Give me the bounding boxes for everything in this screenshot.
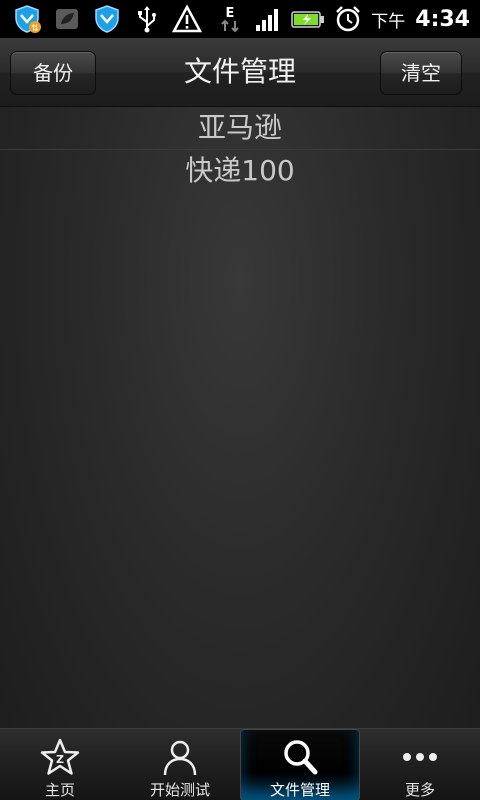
status-bar: ⇅ E 下午 4:34 (0, 0, 480, 38)
status-left-icons: ⇅ (0, 4, 215, 34)
svg-text:⇅: ⇅ (31, 24, 39, 34)
list-item[interactable]: 亚马逊 (0, 107, 480, 150)
data-e-icon: E (221, 6, 239, 33)
tab-more[interactable]: 更多 (360, 729, 480, 800)
person-icon (163, 740, 197, 776)
warning-icon (172, 4, 202, 33)
tab-label: 文件管理 (269, 781, 330, 799)
file-list: 亚马逊 快递100 (0, 107, 480, 192)
tab-label: 主页 (44, 781, 75, 799)
svg-text:E: E (226, 6, 235, 21)
shield-sync-icon: ⇅ (15, 5, 41, 34)
star-icon: Z (40, 738, 80, 775)
search-icon (284, 740, 318, 775)
svg-text:Z: Z (56, 753, 64, 766)
bottom-tab-bar: Z 主页 开始测试 文件管理 更多 (0, 728, 480, 800)
screen: ⇅ E 下午 4:34 文件管理 备份 清空 亚马逊 快递100 Z 主页 开始… (0, 0, 480, 800)
time-period: 下午 (371, 11, 406, 32)
tab-file-management[interactable]: 文件管理 (240, 729, 360, 800)
title-bar: 文件管理 备份 清空 (0, 38, 480, 107)
signal-icon (256, 9, 279, 31)
tab-home[interactable]: Z 主页 (0, 729, 120, 800)
tab-start-test[interactable]: 开始测试 (120, 729, 240, 800)
tab-label: 开始测试 (149, 781, 210, 799)
backup-button[interactable]: 备份 (10, 51, 96, 95)
more-icon (403, 753, 437, 761)
leaf-icon (56, 9, 78, 29)
list-item[interactable]: 快递100 (0, 150, 480, 192)
battery-icon (291, 11, 325, 28)
alarm-icon (336, 6, 361, 32)
tab-label: 更多 (404, 781, 435, 799)
clock: 4:34 (415, 6, 470, 32)
clear-button[interactable]: 清空 (380, 51, 462, 95)
status-right-icons: E 下午 4:34 (215, 4, 480, 34)
shield-icon (95, 5, 119, 33)
usb-icon (138, 6, 156, 33)
